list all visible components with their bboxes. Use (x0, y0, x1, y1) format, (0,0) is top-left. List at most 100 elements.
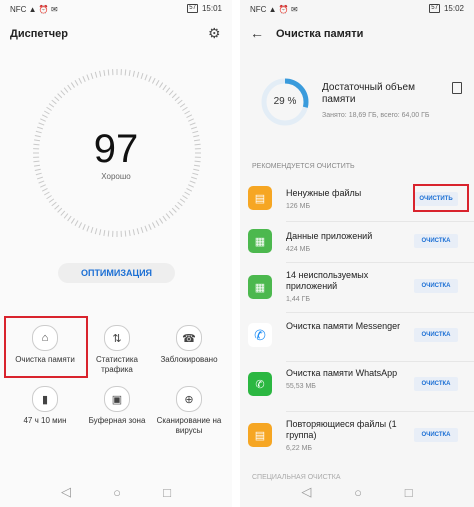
page-title: Диспетчер (10, 28, 68, 40)
dial-tick (99, 70, 102, 77)
tile-buffer-zone[interactable]: ▣ Буферная зона (80, 386, 154, 426)
clean-button[interactable]: ОЧИСТКА (414, 428, 458, 442)
dial-tick (46, 106, 52, 111)
tile-virus-scan[interactable]: ⊕ Сканирование на вирусы (152, 386, 226, 436)
item-size: 1,44 ГБ (286, 296, 310, 303)
dial-tick (136, 228, 140, 235)
dial-tick (151, 77, 156, 84)
item-size: 6,22 МБ (286, 445, 312, 452)
list-item[interactable]: ▦ Данные приложений 424 МБ ОЧИСТКА (248, 227, 466, 257)
file-icon: ▤ (248, 186, 272, 210)
dial-tick (63, 87, 69, 93)
back-icon[interactable]: ◁ (61, 484, 71, 500)
file-icon: ▤ (248, 423, 272, 447)
dial-tick (74, 220, 79, 226)
battery-icon: 57 (187, 4, 198, 13)
recent-apps-icon[interactable]: □ (163, 485, 171, 500)
dial-tick (103, 69, 106, 77)
list-item[interactable]: ▦ 14 неиспользуемых приложений 1,44 ГБ ОЧ… (248, 267, 466, 307)
dial-tick (90, 227, 94, 234)
dial-tick (155, 220, 160, 226)
optimize-button[interactable]: ОПТИМИЗАЦИЯ (58, 263, 175, 283)
page-title: Очистка памяти (276, 28, 364, 40)
divider (286, 361, 474, 362)
back-icon[interactable]: ◁ (301, 484, 311, 500)
dial-tick (128, 69, 131, 77)
dial-tick (177, 201, 183, 207)
divider (286, 262, 474, 263)
tile-battery[interactable]: ▮ 47 ч 10 мин (8, 386, 82, 426)
tile-traffic-stats[interactable]: ⇅ Статистика трафика (80, 325, 154, 375)
status-icons: NFC ▲ ⏰ ✉ (250, 5, 298, 14)
item-size: 424 МБ (286, 246, 311, 253)
dial-tick (44, 110, 50, 115)
tile-label: Заблокировано (160, 355, 218, 364)
dial-tick (67, 215, 72, 222)
dial-tick (184, 110, 190, 115)
item-name: Ненужные файлы (286, 188, 362, 198)
dial-tick (177, 99, 183, 105)
gear-icon[interactable]: ⚙ (208, 26, 222, 40)
dial-tick (171, 93, 177, 99)
dial-tick (51, 99, 57, 105)
item-name: 14 неиспользуемых приложений (286, 270, 369, 291)
dial-tick (57, 93, 63, 99)
dial-tick (38, 122, 45, 126)
item-size: 55,53 МБ (286, 383, 316, 390)
dial-tick (162, 84, 167, 91)
recent-apps-icon[interactable]: □ (405, 485, 413, 500)
home-icon[interactable]: ○ (113, 485, 121, 500)
highlight-box (413, 184, 469, 212)
dial-tick (128, 229, 131, 237)
dial-tick (189, 180, 196, 184)
clean-button[interactable]: ОЧИСТКА (414, 279, 458, 293)
dial-tick (159, 218, 164, 224)
sd-card-icon[interactable] (452, 82, 462, 94)
item-name: Очистка памяти Messenger (286, 321, 401, 331)
blocked-icon: ☎ (176, 325, 202, 351)
list-item[interactable]: ✆ Очистка памяти Messenger ОЧИСТКА (248, 318, 466, 354)
dial-tick (151, 222, 156, 229)
tile-blocked[interactable]: ☎ Заблокировано (152, 325, 226, 365)
dial-tick (132, 70, 135, 77)
divider (286, 411, 474, 412)
status-bar: NFC ▲ ⏰ ✉ 57 15:02 (240, 0, 474, 20)
dial-tick (132, 229, 135, 236)
list-item[interactable]: ▤ Повторяющиеся файлы (1 группа) 6,22 МБ … (248, 416, 466, 456)
dial-tick (107, 69, 110, 76)
dial-tick (74, 80, 79, 86)
item-name: Данные приложений (286, 231, 373, 241)
dial-tick (168, 210, 174, 216)
list-item[interactable]: ✆ Очистка памяти WhatsApp 55,53 МБ ОЧИСТК… (248, 366, 466, 406)
dial-tick (63, 213, 69, 219)
status-bar: NFC ▲ ⏰ ✉ 57 15:01 (0, 0, 232, 20)
dial-tick (70, 218, 75, 224)
dial-tick (41, 187, 48, 192)
dial-tick (60, 210, 66, 216)
clean-button[interactable]: ОЧИСТКА (414, 377, 458, 391)
clean-button[interactable]: ОЧИСТКА (414, 234, 458, 248)
dial-tick (86, 225, 90, 232)
dial-tick (60, 90, 66, 96)
tile-label: Статистика трафика (95, 355, 138, 374)
buffer-icon: ▣ (104, 386, 130, 412)
status-icons: NFC ▲ ⏰ ✉ (10, 5, 58, 14)
dial-tick (136, 71, 140, 78)
dial-tick (174, 204, 180, 210)
dial-tick (86, 74, 90, 81)
dial-tick (82, 76, 86, 82)
dial-tick (107, 230, 110, 237)
dial-tick (171, 207, 177, 213)
navigation-bar: ◁ ○ □ (240, 483, 474, 501)
dial-tick (155, 80, 160, 86)
dial-tick (182, 106, 188, 111)
dial-tick (40, 184, 46, 188)
clean-button[interactable]: ОЧИСТКА (414, 328, 458, 342)
home-icon[interactable]: ○ (354, 485, 362, 500)
back-arrow-icon[interactable]: ← (250, 26, 264, 40)
dial-tick (57, 207, 63, 213)
section-header: РЕКОМЕНДУЕТСЯ ОЧИСТИТЬ (252, 163, 355, 170)
dial-tick (140, 227, 144, 234)
dial-tick (140, 72, 144, 79)
navigation-bar: ◁ ○ □ (0, 483, 232, 501)
